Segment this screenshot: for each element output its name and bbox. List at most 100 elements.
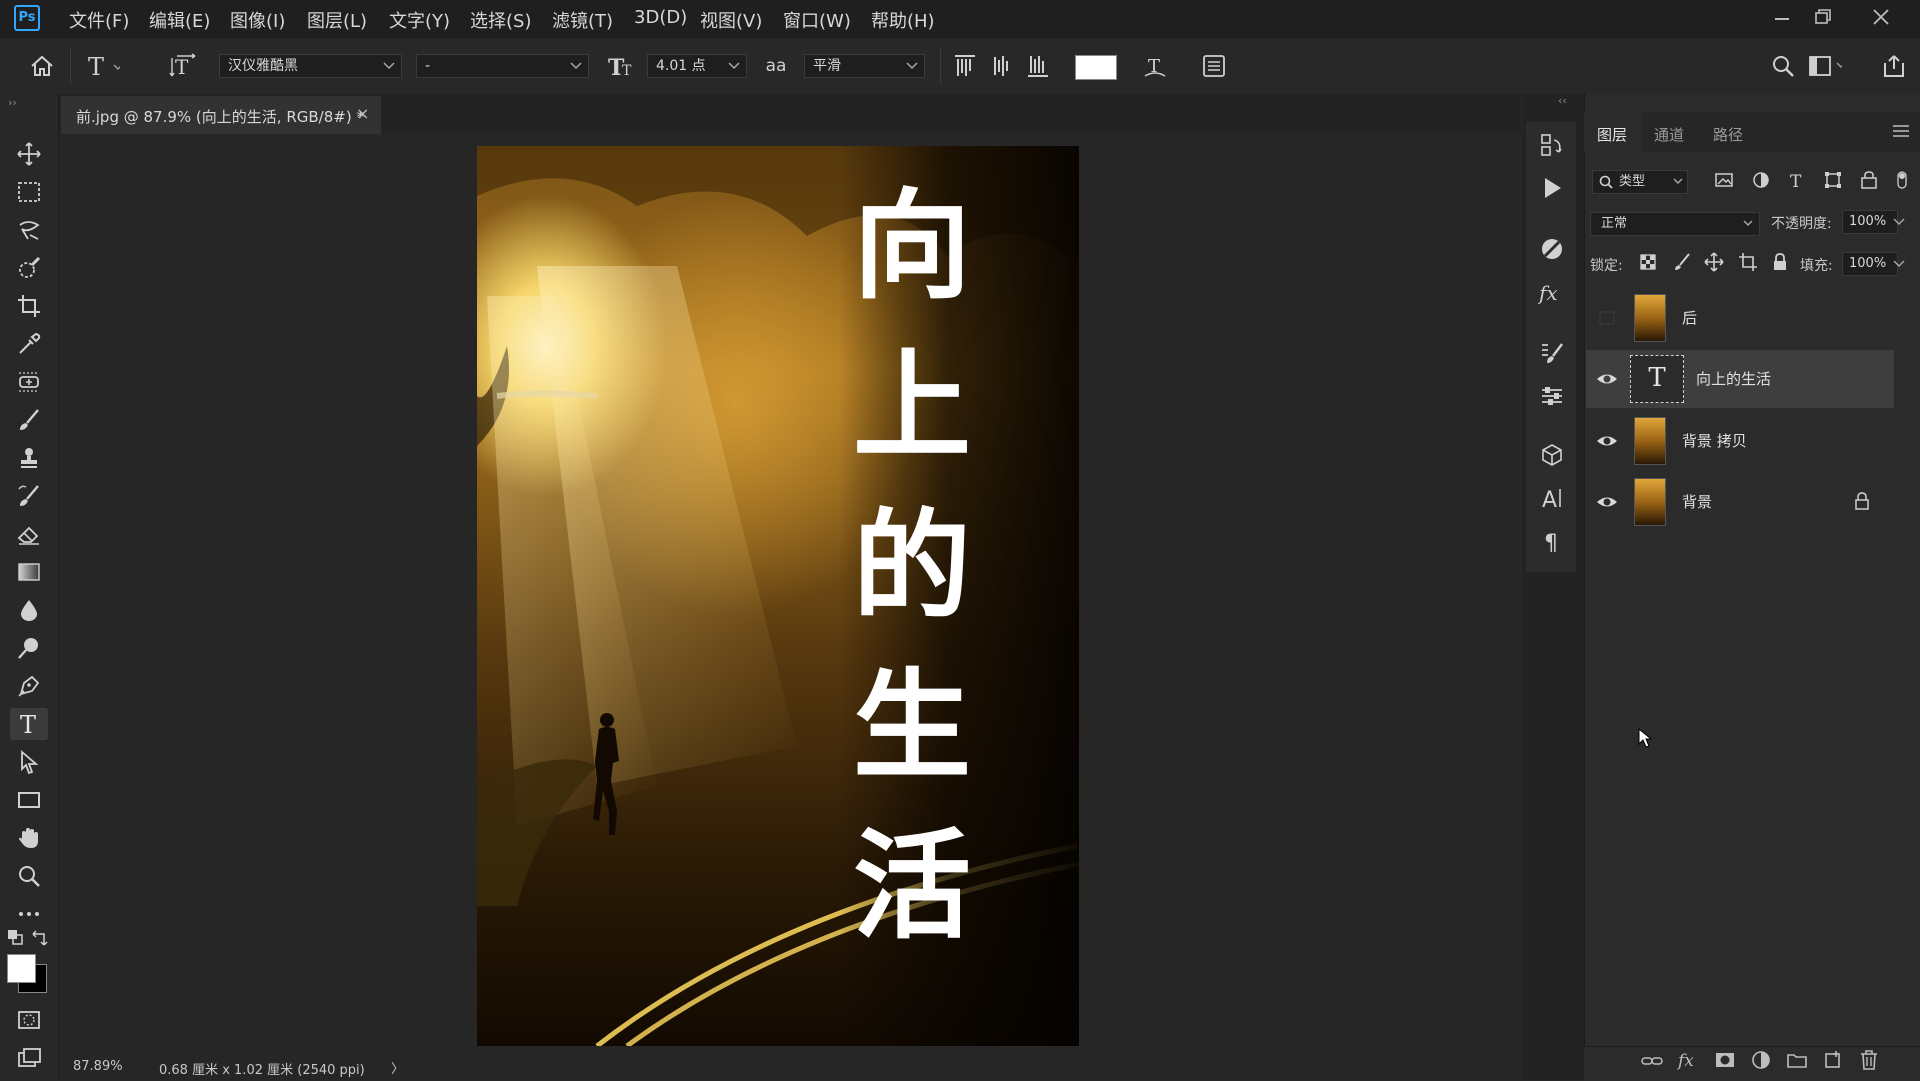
eye-icon[interactable] [1596,369,1618,389]
filter-adjustment-icon[interactable] [1751,170,1771,190]
quick-mask-icon[interactable] [10,1004,48,1036]
new-layer-icon[interactable] [1822,1050,1844,1070]
path-selection-tool-icon[interactable] [10,746,48,778]
clone-stamp-tool-icon[interactable] [10,442,48,474]
actions-play-icon[interactable] [1537,173,1567,203]
menu-window[interactable]: 窗口(W) [783,7,851,33]
font-style-select[interactable]: - [416,54,589,78]
menu-select[interactable]: 选择(S) [470,7,531,33]
font-size-select[interactable]: 4.01 点 [647,54,747,78]
crop-tool-icon[interactable] [10,290,48,322]
warp-text-icon[interactable]: T [1138,49,1172,83]
layer-row-bg-copy[interactable]: 背景 拷贝 [1586,412,1894,470]
dodge-tool-icon[interactable] [10,632,48,664]
menu-layer[interactable]: 图层(L) [307,7,367,33]
3d-panel-icon[interactable] [1537,440,1567,470]
layer-row-background[interactable]: 背景 [1586,473,1894,531]
type-tool-preset-icon[interactable]: T [86,49,120,83]
brush-settings-icon[interactable] [1537,338,1567,368]
blur-tool-icon[interactable] [10,594,48,626]
restore-button[interactable] [1808,4,1838,32]
hand-tool-icon[interactable] [10,822,48,854]
filter-type-icon[interactable]: T [1787,170,1807,190]
more-tools-icon[interactable] [10,898,48,930]
text-color-swatch[interactable] [1075,55,1117,80]
default-colors-icon[interactable] [6,928,26,948]
menu-edit[interactable]: 编辑(E) [149,7,210,33]
marquee-tool-icon[interactable] [10,176,48,208]
zoom-level[interactable]: 87.89% [73,1059,123,1074]
fill-input[interactable]: 100% [1842,252,1898,276]
lock-transparent-pixels-icon[interactable] [1638,252,1658,272]
menu-file[interactable]: 文件(F) [69,7,129,33]
photoshop-logo[interactable]: Ps [14,5,40,31]
foreground-color-swatch[interactable] [7,954,36,983]
close-window-button[interactable] [1866,4,1896,32]
workspace-icon[interactable] [1808,49,1842,83]
tab-paths[interactable]: 路径 [1713,124,1743,145]
close-tab-icon[interactable]: × [356,104,369,123]
status-menu-arrow[interactable]: 〉 [391,1058,404,1077]
move-tool-icon[interactable] [10,138,48,170]
eye-icon[interactable] [1596,492,1618,512]
align-center-icon[interactable] [985,49,1019,83]
menu-view[interactable]: 视图(V) [700,7,762,33]
eye-icon[interactable] [1596,431,1618,451]
add-layer-style-fx-icon[interactable]: fx [1677,1049,1701,1071]
filter-smart-object-icon[interactable] [1859,170,1879,190]
character-a-icon[interactable]: A [1537,483,1567,513]
fill-chevron-down-icon[interactable] [1892,258,1906,270]
history-panel-icon[interactable] [1537,130,1567,160]
filter-pixel-icon[interactable] [1714,170,1734,190]
lasso-tool-icon[interactable] [10,214,48,246]
add-mask-icon[interactable] [1714,1050,1736,1070]
filter-shape-icon[interactable] [1823,170,1843,190]
properties-sliders-icon[interactable] [1537,381,1567,411]
tab-layers[interactable]: 图层 [1597,124,1627,145]
quick-selection-tool-icon[interactable] [10,252,48,284]
align-bottom-icon[interactable] [1021,49,1055,83]
collapse-panel-icon[interactable]: ›› [8,96,17,109]
delete-layer-trash-icon[interactable] [1858,1049,1880,1071]
history-brush-tool-icon[interactable] [10,480,48,512]
toggle-text-orientation-icon[interactable]: T [167,49,201,83]
menu-type[interactable]: 文字(Y) [389,7,450,33]
new-group-folder-icon[interactable] [1786,1050,1808,1070]
font-family-select[interactable]: 汉仪雅酷黑 [219,54,402,78]
zoom-tool-icon[interactable] [10,860,48,892]
layer-row-hou[interactable]: 后 [1586,289,1894,347]
lock-artboard-icon[interactable] [1738,252,1758,272]
filter-toggle-icon[interactable] [1894,170,1910,190]
character-panel-icon[interactable] [1197,49,1231,83]
new-adjustment-layer-icon[interactable] [1750,1050,1772,1070]
eyedropper-tool-icon[interactable] [10,328,48,360]
lock-icon[interactable] [1854,492,1870,510]
tab-channels[interactable]: 通道 [1654,124,1684,145]
healing-brush-tool-icon[interactable] [10,366,48,398]
align-top-icon[interactable] [948,49,982,83]
vertical-text-layer[interactable]: 向 上 的 生 活 [837,166,987,966]
layer-row-text[interactable]: T 向上的生活 [1586,350,1894,408]
search-icon[interactable] [1766,49,1800,83]
menu-filter[interactable]: 滤镜(T) [552,7,613,33]
document-canvas[interactable]: 向 上 的 生 活 [477,146,1079,1046]
screen-mode-icon[interactable] [10,1042,48,1074]
blend-mode-select[interactable]: 正常 [1590,212,1760,236]
home-icon[interactable] [25,49,59,83]
paragraph-icon[interactable]: ¶ [1537,526,1567,556]
lock-position-icon[interactable] [1704,252,1724,272]
adjustments-icon[interactable] [1537,234,1567,264]
layer-filter-select[interactable]: 类型 [1592,170,1688,194]
pen-tool-icon[interactable] [10,670,48,702]
menu-image[interactable]: 图像(I) [230,7,285,33]
eraser-tool-icon[interactable] [10,518,48,550]
type-tool-icon[interactable]: T [10,708,48,740]
opacity-input[interactable]: 100% [1842,210,1898,234]
collapse-dock-icon[interactable]: ‹‹ [1558,94,1567,107]
gradient-tool-icon[interactable] [10,556,48,588]
link-layers-icon[interactable] [1640,1051,1664,1071]
antialias-select[interactable]: 平滑 [804,54,925,78]
swap-colors-icon[interactable] [30,928,50,948]
layer-visibility-off[interactable] [1596,308,1618,328]
rectangle-tool-icon[interactable] [10,784,48,816]
